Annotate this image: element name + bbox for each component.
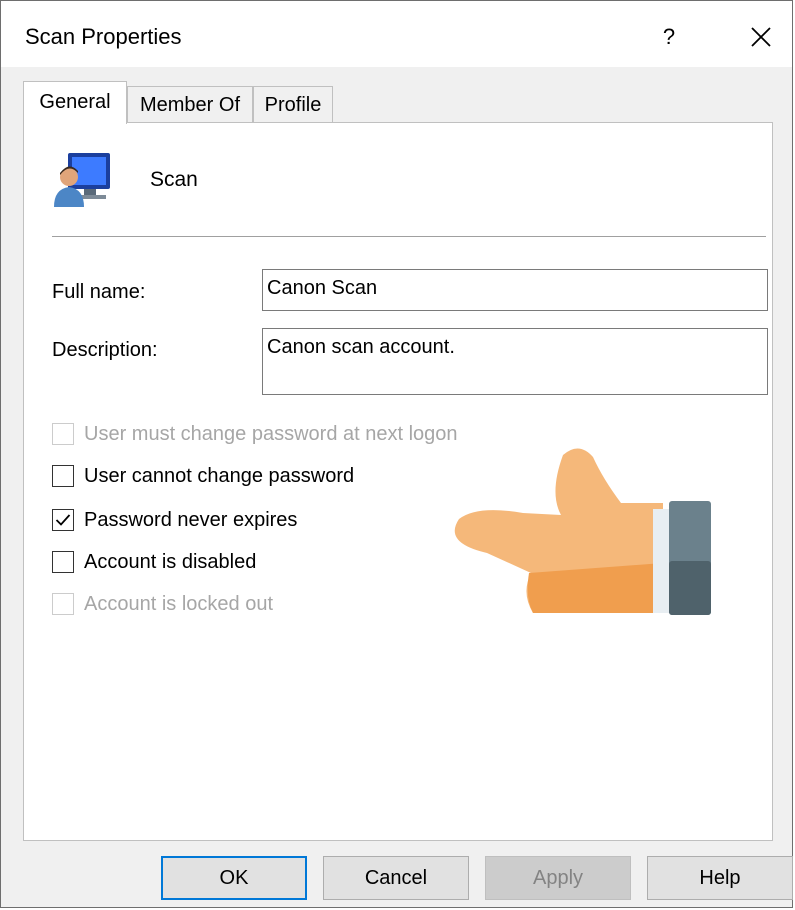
account-disabled-checkbox[interactable]: Account is disabled xyxy=(52,548,256,576)
checkbox-label: Account is disabled xyxy=(84,551,257,573)
description-field[interactable]: Canon scan account. xyxy=(262,328,768,395)
password-never-expires-checkbox[interactable]: Password never expires xyxy=(52,506,297,534)
scan-properties-dialog: Scan Properties ? General Member Of Prof… xyxy=(0,0,793,908)
checkbox-label: Password never expires xyxy=(84,509,298,531)
title-bar: Scan Properties ? xyxy=(1,1,792,67)
apply-button[interactable]: Apply xyxy=(485,856,631,900)
user-computer-icon xyxy=(54,153,110,207)
checkbox-box xyxy=(52,465,74,487)
checkbox-label: User must change password at next logon xyxy=(84,423,458,445)
close-icon xyxy=(751,27,771,47)
checkbox-box xyxy=(52,593,74,615)
checkbox-box xyxy=(52,551,74,573)
close-button[interactable] xyxy=(733,15,789,59)
ok-button[interactable]: OK xyxy=(161,856,307,900)
tab-profile[interactable]: Profile xyxy=(253,86,333,123)
description-label: Description: xyxy=(52,339,158,361)
checkbox-label: User cannot change password xyxy=(84,465,355,487)
user-name: Scan xyxy=(150,168,198,191)
must-change-password-checkbox[interactable]: User must change password at next logon xyxy=(52,420,458,448)
full-name-field[interactable]: Canon Scan xyxy=(262,269,768,311)
full-name-label: Full name: xyxy=(52,281,146,303)
checkbox-label: Account is locked out xyxy=(84,593,273,615)
cancel-button[interactable]: Cancel xyxy=(323,856,469,900)
account-locked-out-checkbox[interactable]: Account is locked out xyxy=(52,590,273,618)
tab-general[interactable]: General xyxy=(23,81,127,124)
window-title: Scan Properties xyxy=(25,24,182,49)
checkbox-box xyxy=(52,509,74,531)
cannot-change-password-checkbox[interactable]: User cannot change password xyxy=(52,462,354,490)
pointing-hand-icon xyxy=(454,448,711,615)
checkmark-icon xyxy=(55,514,71,526)
help-button[interactable]: Help xyxy=(647,856,793,900)
help-title-button[interactable]: ? xyxy=(641,15,697,59)
tab-member-of[interactable]: Member Of xyxy=(127,86,253,123)
separator xyxy=(52,236,766,237)
checkbox-box xyxy=(52,423,74,445)
